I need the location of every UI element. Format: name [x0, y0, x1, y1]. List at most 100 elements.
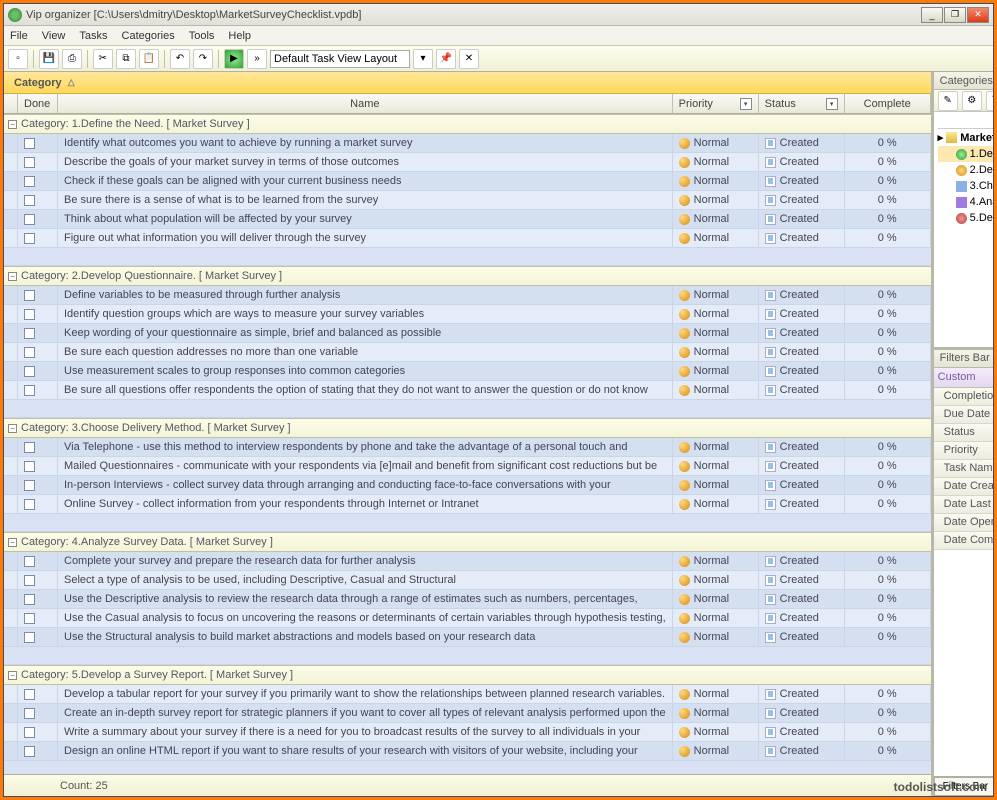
- task-row[interactable]: Select a type of analysis to be used, in…: [4, 571, 931, 590]
- toolbar-new-icon[interactable]: ▫: [8, 49, 28, 69]
- toolbar-cut-icon[interactable]: ✂: [93, 49, 113, 69]
- category-bar[interactable]: Category △: [4, 72, 931, 94]
- task-row[interactable]: Keep wording of your questionnaire as si…: [4, 324, 931, 343]
- task-row[interactable]: Identify what outcomes you want to achie…: [4, 134, 931, 153]
- cat-new-icon[interactable]: ✎: [938, 91, 958, 111]
- col-status[interactable]: Status▾: [759, 94, 845, 113]
- task-row[interactable]: Complete your survey and prepare the res…: [4, 552, 931, 571]
- done-checkbox[interactable]: [18, 628, 58, 646]
- toolbar-next-icon[interactable]: »: [247, 49, 267, 69]
- toolbar-save-icon[interactable]: 💾: [39, 49, 59, 69]
- task-row[interactable]: Mailed Questionnaires - communicate with…: [4, 457, 931, 476]
- filter-row[interactable]: Date Last Modifie▾: [934, 496, 993, 514]
- col-done[interactable]: Done: [18, 94, 58, 113]
- group-header[interactable]: −Category: 1.Define the Need. [ Market S…: [4, 114, 931, 134]
- filter-row[interactable]: Date Opened▾: [934, 514, 993, 532]
- task-row[interactable]: Write a summary about your survey if the…: [4, 723, 931, 742]
- menu-help[interactable]: Help: [228, 30, 251, 42]
- tree-item[interactable]: 3.Choose Delivery Metho44: [938, 178, 993, 194]
- collapse-icon[interactable]: −: [8, 424, 17, 433]
- task-row[interactable]: Be sure each question addresses no more …: [4, 343, 931, 362]
- done-checkbox[interactable]: [18, 134, 58, 152]
- group-header[interactable]: −Category: 2.Develop Questionnaire. [ Ma…: [4, 266, 931, 286]
- toolbar-delete-icon[interactable]: ✕: [459, 49, 479, 69]
- toolbar-copy-icon[interactable]: ⧉: [116, 49, 136, 69]
- filter-custom[interactable]: Custom: [938, 371, 976, 383]
- done-checkbox[interactable]: [18, 457, 58, 475]
- done-checkbox[interactable]: [18, 324, 58, 342]
- done-checkbox[interactable]: [18, 704, 58, 722]
- done-checkbox[interactable]: [18, 153, 58, 171]
- status-filter-icon[interactable]: ▾: [826, 98, 838, 110]
- toolbar-pin-icon[interactable]: 📌: [436, 49, 456, 69]
- done-checkbox[interactable]: [18, 476, 58, 494]
- done-checkbox[interactable]: [18, 552, 58, 570]
- done-checkbox[interactable]: [18, 172, 58, 190]
- tree-item[interactable]: 4.Analyze Survey Data.55: [938, 194, 993, 210]
- menu-tools[interactable]: Tools: [189, 30, 215, 42]
- task-row[interactable]: Check if these goals can be aligned with…: [4, 172, 931, 191]
- task-row[interactable]: Develop a tabular report for your survey…: [4, 685, 931, 704]
- maximize-button[interactable]: ❐: [944, 7, 966, 23]
- collapse-icon[interactable]: −: [8, 272, 17, 281]
- col-complete[interactable]: Complete: [845, 94, 931, 113]
- done-checkbox[interactable]: [18, 495, 58, 513]
- group-header[interactable]: −Category: 4.Analyze Survey Data. [ Mark…: [4, 532, 931, 552]
- toolbar-undo-icon[interactable]: ↶: [170, 49, 190, 69]
- cat-filter-icon[interactable]: ∇: [986, 91, 993, 111]
- filter-row[interactable]: Completion▾: [934, 388, 993, 406]
- task-row[interactable]: Create an in-depth survey report for str…: [4, 704, 931, 723]
- cat-edit-icon[interactable]: ⚙: [962, 91, 982, 111]
- done-checkbox[interactable]: [18, 723, 58, 741]
- task-row[interactable]: Online Survey - collect information from…: [4, 495, 931, 514]
- done-checkbox[interactable]: [18, 362, 58, 380]
- task-row[interactable]: Be sure there is a sense of what is to b…: [4, 191, 931, 210]
- done-checkbox[interactable]: [18, 438, 58, 456]
- done-checkbox[interactable]: [18, 229, 58, 247]
- done-checkbox[interactable]: [18, 590, 58, 608]
- done-checkbox[interactable]: [18, 286, 58, 304]
- toolbar-redo-icon[interactable]: ↷: [193, 49, 213, 69]
- task-row[interactable]: Use the Casual analysis to focus on unco…: [4, 609, 931, 628]
- filter-row[interactable]: Status▾: [934, 424, 993, 442]
- task-row[interactable]: Via Telephone - use this method to inter…: [4, 438, 931, 457]
- task-row[interactable]: Identify question groups which are ways …: [4, 305, 931, 324]
- filter-row[interactable]: Date Completed▾: [934, 532, 993, 550]
- tree-item[interactable]: 5.Develop a Survey Repo44: [938, 210, 993, 226]
- task-row[interactable]: Use measurement scales to group response…: [4, 362, 931, 381]
- menu-categories[interactable]: Categories: [122, 30, 175, 42]
- task-row[interactable]: Use the Structural analysis to build mar…: [4, 628, 931, 647]
- layout-input[interactable]: [270, 50, 410, 68]
- toolbar-paste-icon[interactable]: 📋: [139, 49, 159, 69]
- done-checkbox[interactable]: [18, 609, 58, 627]
- done-checkbox[interactable]: [18, 571, 58, 589]
- menu-tasks[interactable]: Tasks: [79, 30, 107, 42]
- group-header[interactable]: −Category: 3.Choose Delivery Method. [ M…: [4, 418, 931, 438]
- done-checkbox[interactable]: [18, 381, 58, 399]
- task-row[interactable]: Describe the goals of your market survey…: [4, 153, 931, 172]
- toolbar-print-icon[interactable]: ⎙: [62, 49, 82, 69]
- task-row[interactable]: Define variables to be measured through …: [4, 286, 931, 305]
- task-row[interactable]: Be sure all questions offer respondents …: [4, 381, 931, 400]
- filter-row[interactable]: Task Name: [934, 460, 993, 478]
- priority-filter-icon[interactable]: ▾: [740, 98, 752, 110]
- minimize-button[interactable]: _: [921, 7, 943, 23]
- collapse-icon[interactable]: −: [8, 538, 17, 547]
- categories-tree[interactable]: Un... ... ▸ Market Survey 2525 1.Define …: [934, 112, 993, 350]
- task-row[interactable]: Figure out what information you will del…: [4, 229, 931, 248]
- layout-dropdown-icon[interactable]: ▾: [413, 49, 433, 69]
- task-row[interactable]: Think about what population will be affe…: [4, 210, 931, 229]
- done-checkbox[interactable]: [18, 191, 58, 209]
- filter-row[interactable]: Due Date▾: [934, 406, 993, 424]
- toolbar-play-icon[interactable]: ▶: [224, 49, 244, 69]
- done-checkbox[interactable]: [18, 343, 58, 361]
- filter-row[interactable]: Date Created▾: [934, 478, 993, 496]
- filter-row[interactable]: Priority▾: [934, 442, 993, 460]
- group-header[interactable]: −Category: 5.Develop a Survey Report. [ …: [4, 665, 931, 685]
- grid-body[interactable]: −Category: 1.Define the Need. [ Market S…: [4, 114, 931, 774]
- col-name[interactable]: Name: [58, 94, 673, 113]
- task-row[interactable]: In-person Interviews - collect survey da…: [4, 476, 931, 495]
- done-checkbox[interactable]: [18, 210, 58, 228]
- close-button[interactable]: ✕: [967, 7, 989, 23]
- collapse-icon[interactable]: −: [8, 120, 17, 129]
